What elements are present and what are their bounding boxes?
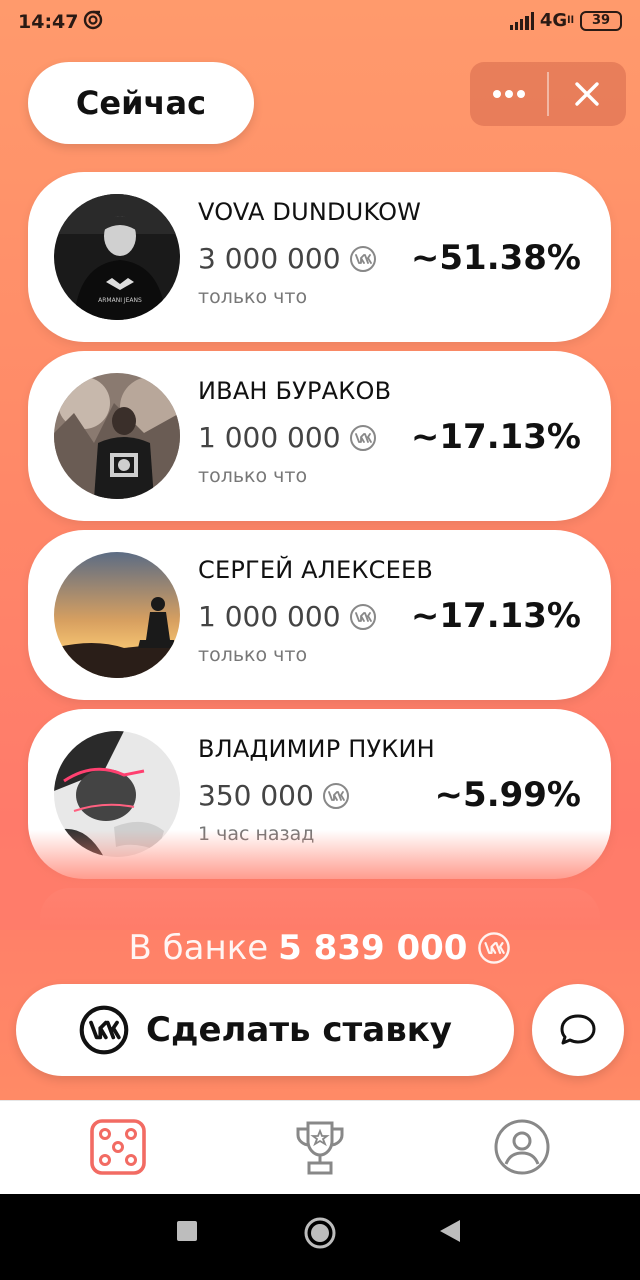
system-nav-bar [0,1194,640,1280]
bottom-tab-bar [0,1100,640,1194]
page-title: Сейчас [28,62,254,144]
bet-amount-row: 1 000 000 [198,421,377,454]
more-button[interactable] [470,62,548,126]
chat-bubble-icon [560,1014,596,1045]
profile-icon [494,1119,550,1175]
bet-card[interactable]: СЕРГЕЙ АЛЕКСЕЕВ 1 000 000 только что ~17… [28,530,611,700]
bet-amount: 3 000 000 [198,242,341,275]
more-dots-icon [493,90,525,98]
bet-amount-row: 3 000 000 [198,242,377,275]
back-icon[interactable] [438,1218,462,1244]
battery-level: 39 [591,13,611,28]
status-bar: 14:47 4G ll 39 [0,0,640,44]
bet-amount-row: 1 000 000 [198,600,377,633]
app-screen: 14:47 4G ll 39 Сейчас ARMANI JEANS VOVA … [0,0,640,1100]
bet-time: только что [198,644,308,666]
battery-icon: 39 [580,10,622,31]
bettor-name: СЕРГЕЙ АЛЕКСЕЕВ [198,556,433,584]
vk-coin-icon [349,424,376,451]
bet-card[interactable]: ARMANI JEANS VOVA DUNDUKOW 3 000 000 тол… [28,172,611,342]
tab-leaderboard[interactable] [288,1115,352,1179]
place-bet-label: Сделать ставку [146,1010,452,1050]
vk-coin-icon [349,245,376,272]
bank-label: В банке [128,928,269,968]
divider [547,72,549,116]
bettor-name: ВЛАДИМИР ПУКИН [198,735,435,763]
bet-amount: 1 000 000 [198,421,341,454]
avatar: ARMANI JEANS [54,194,180,320]
bet-amount: 350 000 [198,779,314,812]
network-sub: ll [567,15,574,26]
network-type: 4G [539,10,568,31]
status-indicators: 4G ll 39 [509,10,622,31]
bettor-name: ИВАН БУРАКОВ [198,377,392,405]
recents-icon[interactable] [176,1220,198,1242]
list-fade [0,830,640,930]
place-bet-button[interactable]: Сделать ставку [16,984,514,1076]
mini-app-controls [470,62,626,126]
signal-icon [509,11,534,30]
vk-coin-icon [322,782,349,809]
tab-profile[interactable] [490,1115,554,1179]
bettor-name: VOVA DUNDUKOW [198,198,422,226]
home-icon[interactable] [303,1216,337,1250]
vk-coin-icon [349,603,376,630]
win-chance: ~5.99% [434,775,581,815]
bet-time: только что [198,286,308,308]
avatar [54,552,180,678]
win-chance: ~17.13% [410,417,581,457]
win-chance: ~17.13% [410,596,581,636]
bank-total: В банке 5 839 000 [0,928,640,968]
chat-button[interactable] [532,984,624,1076]
close-icon [575,82,599,106]
svg-text:ARMANI JEANS: ARMANI JEANS [98,297,142,304]
tab-game[interactable] [86,1115,150,1179]
trophy-icon [296,1121,344,1175]
vk-coin-icon [478,932,511,964]
bet-amount-row: 350 000 [198,779,350,812]
close-button[interactable] [548,62,626,126]
dice-icon [90,1119,146,1175]
win-chance: ~51.38% [410,238,581,278]
sync-icon [83,10,103,30]
avatar [54,373,180,499]
bet-card[interactable]: ИВАН БУРАКОВ 1 000 000 только что ~17.13… [28,351,611,521]
status-time: 14:47 [18,11,79,33]
bet-amount: 1 000 000 [198,600,341,633]
bank-amount: 5 839 000 [278,928,468,968]
bet-time: только что [198,465,308,487]
vk-coin-icon [79,1005,129,1055]
